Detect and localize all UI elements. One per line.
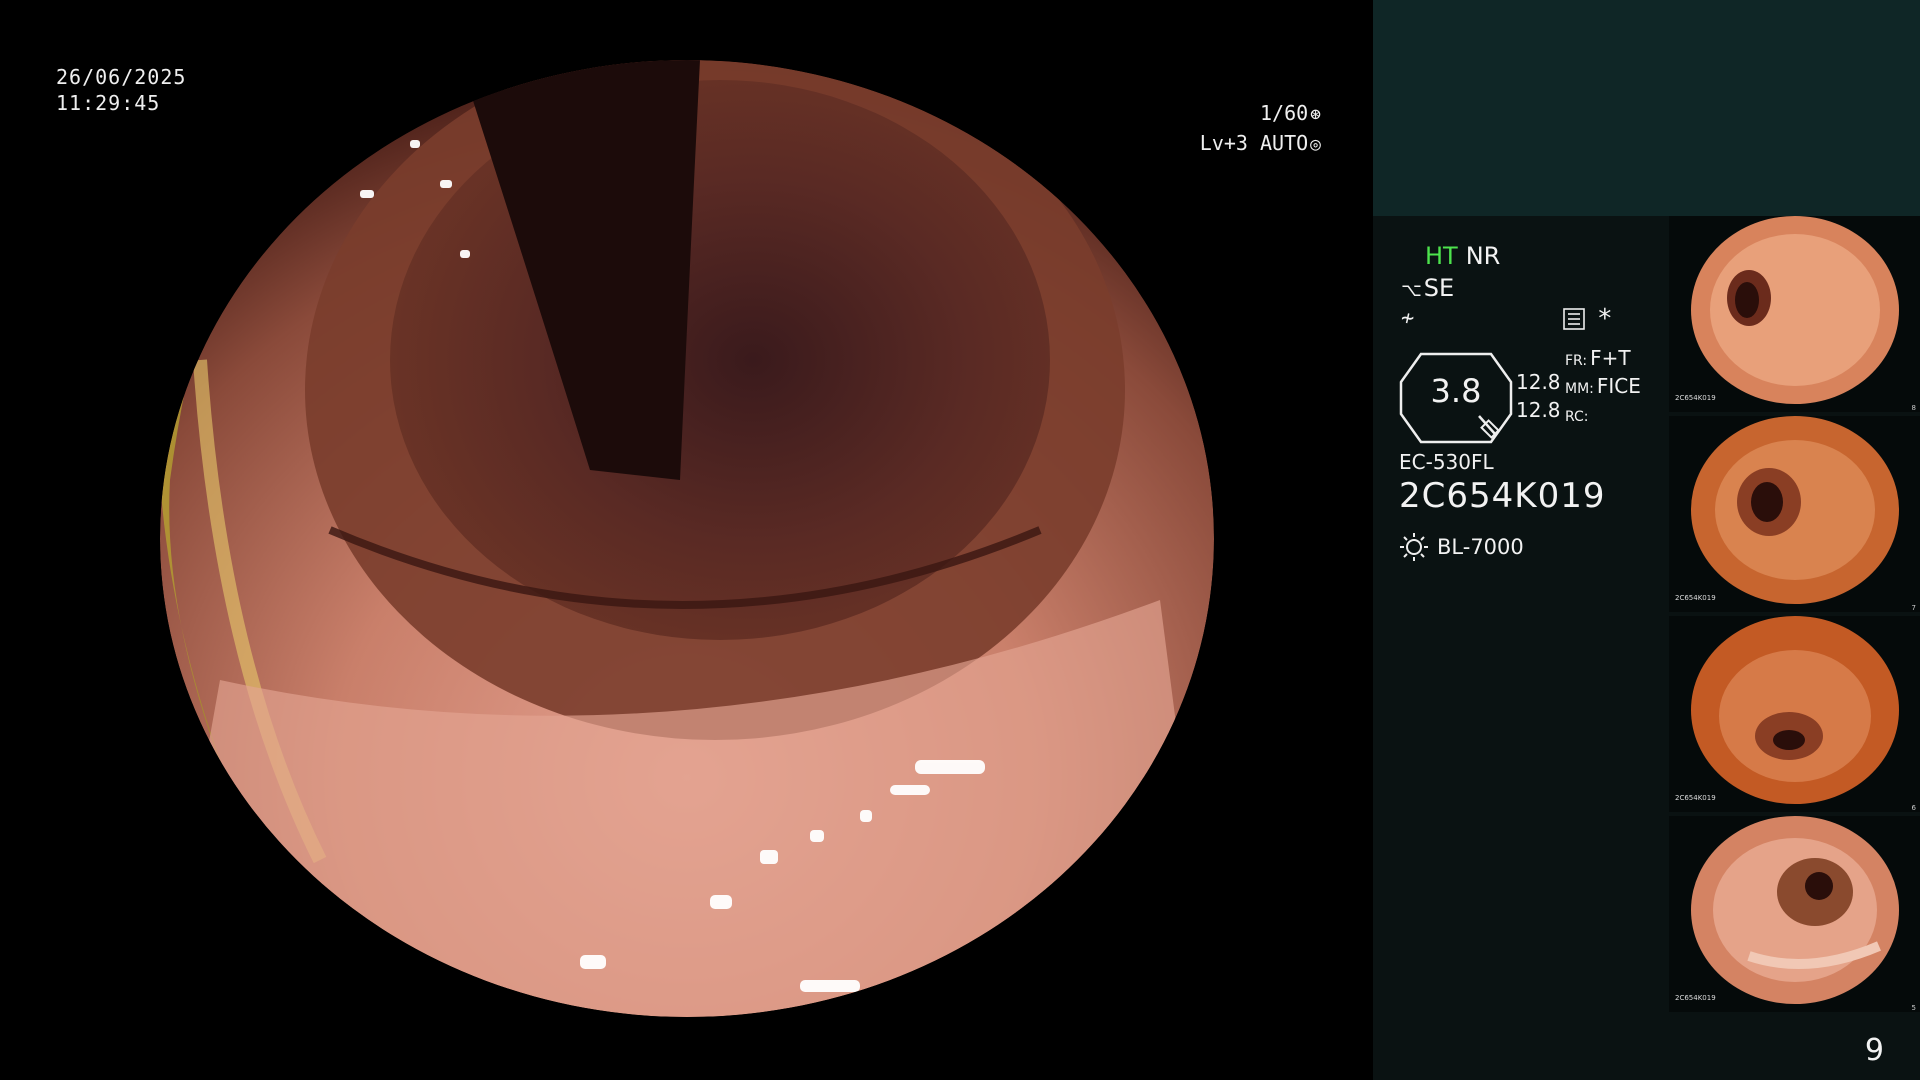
se-label: SE	[1423, 274, 1455, 302]
zoom-value: 3.8	[1430, 372, 1482, 410]
value-1: 12.8	[1516, 370, 1561, 394]
sidebar-header-strip	[1373, 0, 1920, 216]
thumbnail-caption: 2C654K019	[1675, 594, 1716, 602]
light-source-icon	[1400, 533, 1428, 561]
thumbnail-image	[1691, 616, 1899, 804]
zoom-indicator: 3.8	[1399, 352, 1513, 444]
page-number: 9	[1864, 1033, 1884, 1068]
time-text: 11:29:45	[56, 91, 161, 115]
shutter-text: 1/60	[1259, 101, 1309, 125]
date-text: 26/06/2025	[56, 65, 187, 89]
light-source: BL-7000	[1399, 532, 1524, 562]
thumbnail-3[interactable]: 2C654K019 6	[1669, 616, 1920, 812]
datetime-overlay: 26/06/2025 11:29:45	[56, 64, 186, 116]
thumbnail-number: 8	[1911, 404, 1916, 412]
thumbnail-2[interactable]: 2C654K019 7	[1669, 416, 1920, 612]
main-endoscope-view: 26/06/2025 11:29:45 1/60 ⊛ Lv+3 AUTO ◎	[0, 0, 1373, 1080]
settings-panel: HT NR ⌥SE ≁ * 3.8 12.8 12.8 FR: F+T MM: …	[1373, 216, 1663, 1080]
iris-icon: ◎	[1310, 134, 1321, 155]
thumbnail-image	[1691, 416, 1899, 604]
ht-indicator: HT	[1425, 242, 1458, 270]
mm-value: FICE	[1596, 374, 1641, 398]
shutter-icon: ⊛	[1310, 104, 1321, 125]
thumbnail-image	[1691, 216, 1899, 404]
noise-icon: ≁	[1401, 306, 1415, 331]
fr-value: F+T	[1590, 346, 1631, 370]
se-indicator: ⌥SE	[1401, 274, 1454, 302]
thumbnail-column: 2C654K019 8 2C654K019 7 2C654K019 6 2C65…	[1669, 216, 1920, 1016]
mode-indicators: HT NR	[1425, 242, 1500, 270]
mm-label: MM:	[1565, 381, 1594, 397]
thumbnail-1[interactable]: 2C654K019 8	[1669, 216, 1920, 412]
iris-text: Lv+3 AUTO	[1199, 131, 1309, 155]
rc-label: RC:	[1565, 409, 1589, 425]
star-icon: *	[1597, 304, 1613, 334]
thumbnail-caption: 2C654K019	[1675, 394, 1716, 402]
side-values: 12.8 12.8	[1516, 368, 1561, 424]
thumbnail-image	[1691, 816, 1899, 1004]
thumbnail-4[interactable]: 2C654K019 5	[1669, 816, 1920, 1012]
thumbnail-caption: 2C654K019	[1675, 994, 1716, 1002]
fr-mm-rc-block: FR: F+T MM: FICE RC:	[1565, 346, 1641, 430]
nr-indicator: NR	[1465, 242, 1501, 270]
thumbnail-number: 5	[1911, 1004, 1916, 1012]
light-source-label: BL-7000	[1437, 535, 1524, 559]
fr-label: FR:	[1565, 353, 1588, 369]
scope-serial: 2C654K019	[1399, 476, 1606, 516]
se-icon: ⌥	[1401, 280, 1422, 301]
thumbnail-number: 6	[1911, 804, 1916, 812]
settings-list-icon	[1563, 308, 1585, 330]
endoscopic-image	[160, 60, 1214, 1017]
exposure-overlay: 1/60 ⊛ Lv+3 AUTO ◎	[1200, 99, 1321, 159]
thumbnail-number: 7	[1911, 604, 1916, 612]
value-2: 12.8	[1516, 398, 1561, 422]
thumbnail-caption: 2C654K019	[1675, 794, 1716, 802]
scope-model: EC-530FL	[1399, 450, 1494, 474]
endoscopy-screen: 26/06/2025 11:29:45 1/60 ⊛ Lv+3 AUTO ◎ H…	[0, 0, 1920, 1080]
